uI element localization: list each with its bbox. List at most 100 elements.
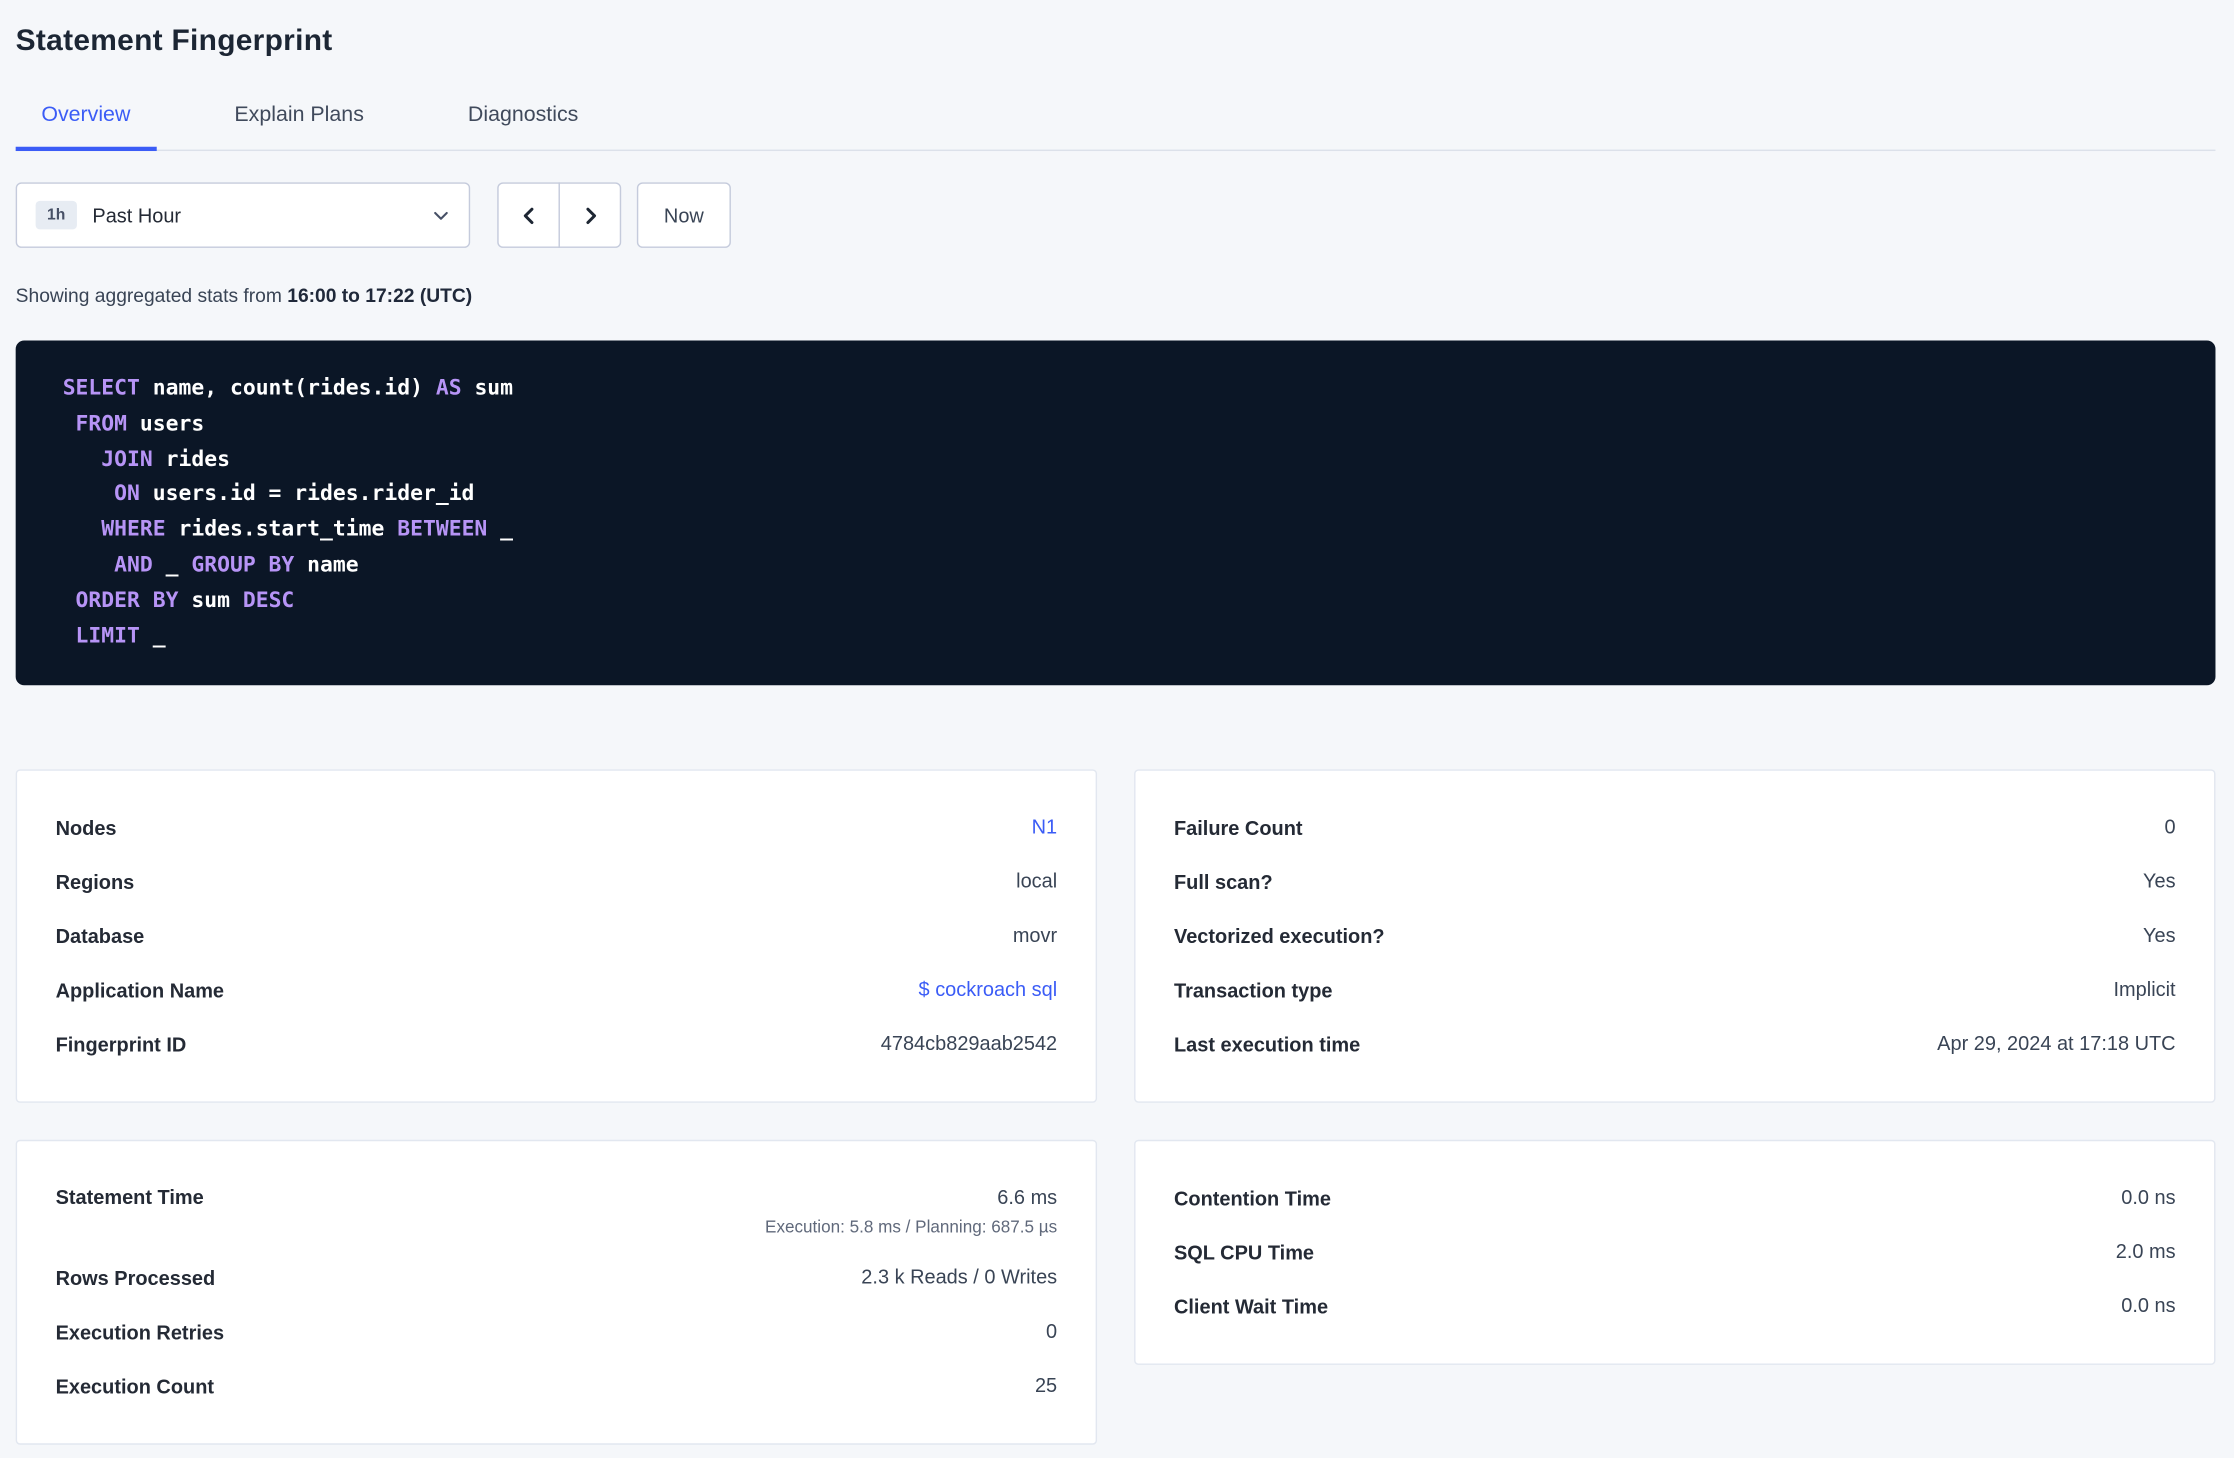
sql-code: SELECT name, count(rides.id) AS sum FROM… — [63, 370, 2169, 653]
row-label: Application Name — [55, 978, 225, 1002]
timing-card: Contention Time 0.0 ns SQL CPU Time 2.0 ms C… — [1134, 1139, 2216, 1365]
row-label: Statement Time — [55, 1185, 204, 1209]
statement-details-card: Nodes N1 Regions local Database movr Applicati… — [15, 769, 1098, 1103]
card-row: SQL CPU Time 2.0 ms — [1174, 1225, 2176, 1279]
sql-line: LIMIT _ — [75, 622, 166, 648]
row-value-wrap: 0.0 ns — [2121, 1185, 2175, 1211]
row-value: Yes — [2143, 923, 2176, 947]
row-label: Failure Count — [1173, 816, 1303, 840]
row-label: Contention Time — [1173, 1186, 1331, 1210]
card-row: Statement Time 6.6 ms Execution: 5.8 ms / … — [56, 1171, 1058, 1251]
sql-line: JOIN rides — [101, 445, 230, 472]
sql-statement-box: SELECT name, count(rides.id) AS sum FROM… — [15, 340, 2216, 686]
card-row: Client Wait Time 0.0 ns — [1174, 1279, 2176, 1333]
row-label: Execution Count — [55, 1374, 215, 1398]
row-label: Rows Processed — [55, 1266, 216, 1290]
row-value: Apr 29, 2024 at 17:18 UTC — [1937, 1031, 2176, 1055]
stats-line-prefix: Showing aggregated stats from — [15, 284, 288, 307]
row-value: 6.6 ms — [997, 1185, 1058, 1209]
row-label: Execution Retries — [55, 1320, 225, 1344]
now-button[interactable]: Now — [636, 182, 731, 248]
card-row: Failure Count 0 — [1174, 801, 2176, 855]
card-row: Last execution time Apr 29, 2024 at 17:18… — [1174, 1017, 2176, 1071]
card-row: Execution Retries 0 — [56, 1305, 1058, 1359]
card-row: Regions local — [56, 855, 1058, 909]
card-row: Execution Count 25 — [56, 1359, 1058, 1413]
row-value-wrap: 0 — [1046, 1319, 1057, 1345]
row-value: local — [1016, 869, 1058, 892]
row-value: 0.0 ns — [2121, 1185, 2176, 1209]
sql-line: ON users.id = rides.rider_id — [114, 480, 475, 507]
row-label: Client Wait Time — [1173, 1295, 1329, 1318]
row-value-link[interactable]: $ cockroach sql — [919, 977, 1058, 1000]
tab-explain-plans[interactable]: Explain Plans — [209, 103, 390, 150]
stats-line-range: 16:00 to 17:22 (UTC) — [287, 284, 473, 307]
row-value-wrap: $ cockroach sql — [919, 977, 1058, 1003]
row-value-wrap: Yes — [2143, 869, 2176, 895]
row-label: SQL CPU Time — [1173, 1240, 1315, 1264]
card-row: Rows Processed 2.3 k Reads / 0 Writes — [56, 1251, 1058, 1305]
row-label: Transaction type — [1173, 978, 1333, 1002]
sql-line: WHERE rides.start_time BETWEEN _ — [101, 516, 514, 542]
row-subvalue: Execution: 5.8 ms / Planning: 687.5 µs — [765, 1216, 1058, 1237]
row-value: 2.3 k Reads / 0 Writes — [861, 1265, 1058, 1288]
row-value-wrap: Yes — [2143, 923, 2176, 949]
row-label: Fingerprint ID — [55, 1032, 187, 1056]
time-step-buttons — [497, 182, 622, 248]
row-value-wrap: movr — [1013, 923, 1057, 949]
row-value-wrap: 2.0 ms — [2116, 1240, 2176, 1266]
row-value-wrap: 4784cb829aab2542 — [881, 1032, 1057, 1058]
chevron-right-icon — [579, 204, 600, 225]
execution-attributes-card: Failure Count 0 Full scan? Yes Vectorized ex… — [1134, 769, 2216, 1103]
card-row: Nodes N1 — [56, 801, 1058, 855]
row-label: Nodes — [55, 816, 117, 840]
tab-diagnostics[interactable]: Diagnostics — [442, 103, 604, 150]
chevron-down-icon — [432, 206, 451, 225]
row-value-link[interactable]: N1 — [1032, 815, 1058, 838]
time-range-dropdown[interactable]: 1h Past Hour — [15, 182, 471, 248]
statement-time-card: Statement Time 6.6 ms Execution: 5.8 ms / … — [15, 1139, 1098, 1445]
row-label: Database — [55, 924, 145, 948]
row-value-wrap: 0.0 ns — [2121, 1294, 2175, 1320]
row-value-wrap: Implicit — [2114, 977, 2176, 1003]
sql-line: FROM users — [75, 410, 205, 436]
tab-overview[interactable]: Overview — [15, 103, 156, 152]
time-toolbar: 1h Past Hour Now — [15, 182, 2216, 248]
row-value: 0.0 ns — [2121, 1293, 2176, 1317]
card-row: Contention Time 0.0 ns — [1174, 1171, 2176, 1225]
card-row: Vectorized execution? Yes — [1174, 909, 2176, 963]
sql-line: AND _ GROUP BY name — [114, 551, 359, 577]
sql-line: ORDER BY sum DESC — [75, 586, 295, 613]
sql-line: SELECT name, count(rides.id) AS sum — [62, 374, 514, 401]
row-value: 2.0 ms — [2115, 1239, 2176, 1263]
row-value: 0 — [1046, 1319, 1058, 1343]
summary-cards: Nodes N1 Regions local Database movr Applicati… — [15, 769, 2216, 1445]
row-value: Implicit — [2113, 977, 2176, 1001]
card-row: Fingerprint ID 4784cb829aab2542 — [56, 1017, 1058, 1071]
time-prev-button[interactable] — [497, 182, 560, 248]
time-next-button[interactable] — [558, 182, 622, 248]
chevron-left-icon — [518, 204, 539, 225]
card-row: Application Name $ cockroach sql — [56, 963, 1058, 1017]
card-row: Full scan? Yes — [1174, 855, 2176, 909]
card-row: Database movr — [56, 909, 1058, 963]
row-value-wrap: 2.3 k Reads / 0 Writes — [861, 1265, 1057, 1291]
row-label: Full scan? — [1173, 870, 1273, 894]
row-value: movr — [1012, 923, 1058, 947]
row-value-wrap: 25 — [1035, 1373, 1057, 1399]
row-label: Regions — [55, 870, 135, 894]
aggregated-stats-line: Showing aggregated stats from 16:00 to 1… — [16, 285, 2216, 306]
page-title: Statement Fingerprint — [15, 24, 333, 57]
row-value-wrap: local — [1016, 869, 1057, 895]
row-value: 0 — [2164, 814, 2176, 838]
card-row: Transaction type Implicit — [1174, 963, 2176, 1017]
row-value-wrap: N1 — [1032, 815, 1058, 841]
time-range-badge: 1h — [35, 200, 77, 230]
row-label: Last execution time — [1173, 1032, 1361, 1056]
row-value-wrap: Apr 29, 2024 at 17:18 UTC — [1937, 1032, 2175, 1058]
tab-bar: Overview Explain Plans Diagnostics — [15, 103, 2216, 152]
row-value: 4784cb829aab2542 — [880, 1031, 1058, 1055]
row-label: Vectorized execution? — [1173, 924, 1385, 948]
row-value-wrap: 0 — [2164, 815, 2175, 841]
time-range-label: Past Hour — [92, 203, 182, 227]
